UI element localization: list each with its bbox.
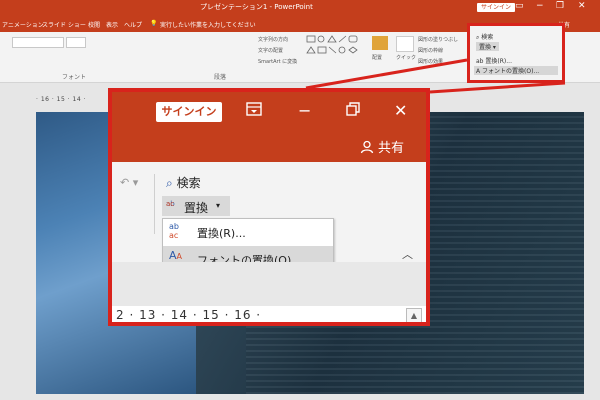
person-icon bbox=[360, 140, 374, 154]
font-group-label: フォント bbox=[62, 74, 87, 81]
zoom-title-bar: サインイン − ✕ 共有 bbox=[112, 92, 426, 162]
small-replace-item[interactable]: ab 置換(R)... bbox=[476, 56, 512, 65]
collapse-ribbon-icon[interactable]: ︿ bbox=[402, 246, 413, 262]
tab-review[interactable]: 校閲 bbox=[88, 20, 100, 29]
arrange-button[interactable]: 配置 bbox=[372, 54, 382, 61]
zoom-callout: サインイン − ✕ 共有 ↶ ▾ ⌕ 検索 ab ac 置換 ▾ ab ac 置… bbox=[108, 88, 430, 326]
close-icon[interactable]: ✕ bbox=[578, 1, 586, 11]
powerpoint-window: プレゼンテーション1 - PowerPoint サインイン ▭ − ❐ ✕ アニ… bbox=[0, 0, 600, 400]
zoom-signin-button[interactable]: サインイン bbox=[156, 102, 222, 122]
small-search-button[interactable]: ⌕ 検索 bbox=[476, 32, 493, 42]
tab-animation[interactable]: アニメーション bbox=[2, 20, 44, 29]
zoom-restore-icon[interactable] bbox=[346, 101, 360, 121]
text-direction-button[interactable]: 文字列の方向 bbox=[258, 36, 288, 43]
zoom-close-icon[interactable]: ✕ bbox=[394, 101, 407, 121]
shape-effects-button[interactable]: 図形の効果 bbox=[418, 58, 443, 65]
title-bar: プレゼンテーション1 - PowerPoint サインイン ▭ − ❐ ✕ bbox=[0, 0, 600, 17]
zoom-slide-area bbox=[112, 262, 426, 306]
quick-style-button[interactable]: クイック bbox=[396, 54, 416, 61]
zoom-ruler: 2 · 13 · 14 · 15 · 16 · ▲ bbox=[112, 306, 426, 322]
replace-menu-icon: ab ac bbox=[169, 222, 179, 240]
zoom-share-button[interactable]: 共有 bbox=[360, 137, 404, 156]
tab-slideshow[interactable]: スライド ショー bbox=[42, 20, 86, 29]
font-size-box[interactable] bbox=[66, 37, 86, 48]
ribbon-separator bbox=[154, 174, 155, 234]
signin-button[interactable]: サインイン bbox=[477, 3, 516, 12]
menu-item-replace[interactable]: ab ac 置換(R)... bbox=[163, 219, 333, 245]
font-replace-icon: AA bbox=[169, 249, 183, 262]
shapes-gallery-icon[interactable] bbox=[306, 35, 366, 65]
replace-button[interactable]: ab ac 置換 ▾ bbox=[162, 196, 230, 216]
chevron-down-icon: ▾ bbox=[216, 201, 221, 210]
maximize-icon[interactable]: ❐ bbox=[556, 1, 564, 11]
quick-style-icon bbox=[396, 36, 414, 52]
lightbulb-icon: 💡 bbox=[150, 20, 158, 27]
smartart-button[interactable]: SmartArt に変換 bbox=[258, 58, 297, 65]
zoom-minimize-icon[interactable]: − bbox=[298, 101, 311, 121]
ruler-top: · 16 · 15 · 14 · bbox=[36, 96, 86, 103]
search-icon: ⌕ bbox=[166, 176, 173, 190]
scroll-up-icon[interactable]: ▲ bbox=[406, 308, 422, 322]
arrange-icon bbox=[372, 36, 388, 50]
font-name-box[interactable] bbox=[12, 37, 64, 48]
minimize-icon[interactable]: − bbox=[536, 1, 544, 11]
undo-icon[interactable]: ↶ ▾ bbox=[120, 176, 138, 189]
align-text-button[interactable]: 文字の配置 bbox=[258, 47, 283, 54]
ribbon-display-options-icon[interactable] bbox=[246, 101, 262, 121]
tab-help[interactable]: ヘルプ bbox=[124, 20, 142, 29]
window-title: プレゼンテーション1 - PowerPoint bbox=[200, 3, 313, 11]
tell-me-input[interactable]: 実行したい作業を入力してください bbox=[160, 20, 256, 29]
paragraph-group-label: 段落 bbox=[214, 74, 227, 81]
editing-group-highlight: ⌕ 検索 置換 ▾ ab 置換(R)... A フォントの置換(O)... bbox=[467, 23, 565, 83]
tab-view[interactable]: 表示 bbox=[106, 20, 118, 29]
shape-fill-button[interactable]: 図形の塗りつぶし bbox=[418, 36, 458, 43]
shape-outline-button[interactable]: 図形の枠線 bbox=[418, 47, 443, 54]
small-font-replace-item[interactable]: A フォントの置換(O)... bbox=[474, 66, 558, 75]
small-replace-button[interactable]: 置換 ▾ bbox=[476, 42, 499, 51]
search-button[interactable]: ⌕ 検索 bbox=[166, 174, 201, 191]
ribbon-display-icon[interactable]: ▭ bbox=[515, 1, 524, 11]
